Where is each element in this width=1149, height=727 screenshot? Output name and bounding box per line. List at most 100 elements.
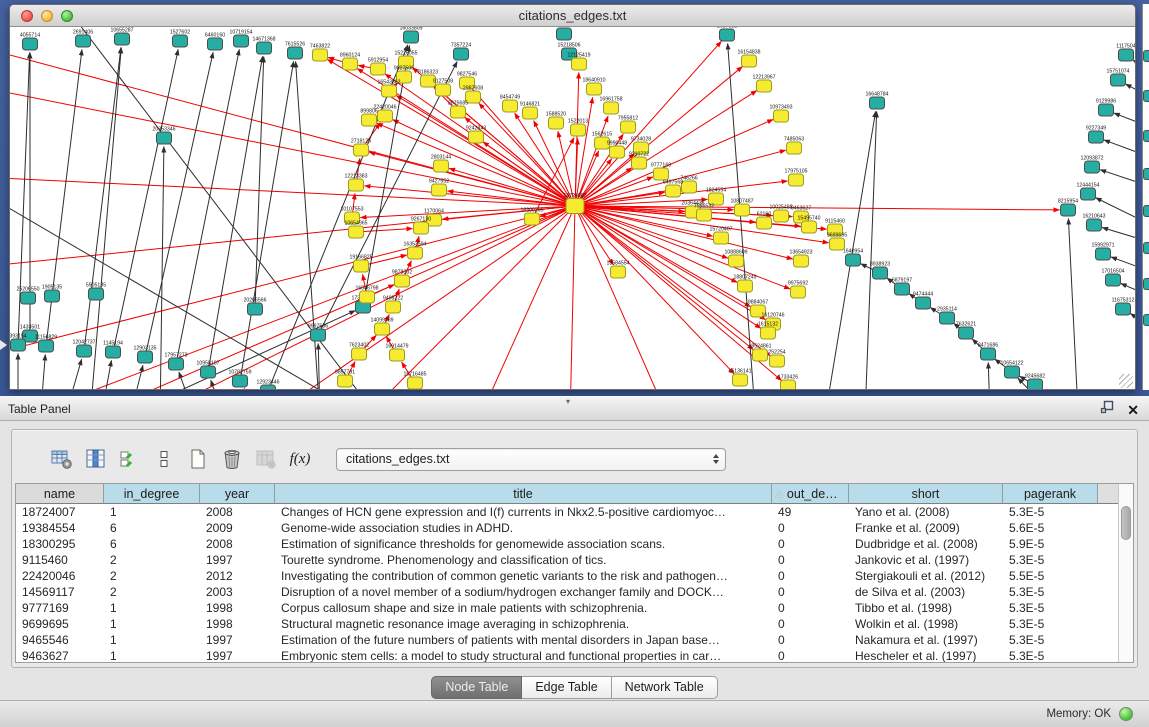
graph-node[interactable]	[395, 275, 410, 287]
graph-edge-black[interactable]	[1102, 227, 1135, 242]
graph-node[interactable]	[566, 199, 584, 214]
graph-node[interactable]	[981, 348, 996, 360]
graph-node[interactable]	[311, 329, 326, 341]
graph-node[interactable]	[757, 217, 772, 229]
table-row[interactable]: 1456911722003Disruption of a novel membe…	[16, 584, 1118, 600]
graph-edge-black[interactable]	[1133, 60, 1135, 72]
memory-status-indicator[interactable]	[1119, 707, 1133, 721]
graph-edge-red[interactable]	[575, 41, 721, 206]
graph-node[interactable]	[781, 380, 796, 390]
graph-node[interactable]	[549, 117, 564, 129]
graph-edge-red[interactable]	[575, 206, 751, 307]
graph-node[interactable]	[757, 80, 772, 92]
graph-edge-black[interactable]	[240, 61, 294, 381]
graph-edge-red[interactable]	[10, 177, 575, 206]
column-header-out_de[interactable]: △out_de…	[772, 484, 849, 504]
graph-node[interactable]	[208, 38, 223, 50]
graph-node[interactable]	[451, 106, 466, 118]
graph-node[interactable]	[45, 290, 60, 302]
graph-node[interactable]	[802, 221, 817, 233]
graph-node[interactable]	[714, 232, 729, 244]
table-row[interactable]: 911546021997Tourette syndrome. Phenomeno…	[16, 552, 1118, 568]
column-header-year[interactable]: year	[200, 484, 275, 504]
graph-node[interactable]	[436, 84, 451, 96]
graph-node[interactable]	[454, 48, 469, 60]
graph-node[interactable]	[375, 323, 390, 335]
tab-edge-table[interactable]: Edge Table	[522, 676, 611, 699]
graph-node[interactable]	[349, 179, 364, 191]
table-row[interactable]: 946554611997Estimation of the future num…	[16, 632, 1118, 648]
function-builder-icon[interactable]: f(x)	[288, 447, 312, 471]
graph-node[interactable]	[940, 312, 955, 324]
import-table-icon-disabled[interactable]	[254, 447, 278, 471]
table-row[interactable]: 1830029562008Estimation of significance …	[16, 536, 1118, 552]
graph-node[interactable]	[572, 58, 587, 70]
graph-edge-black[interactable]	[211, 380, 225, 390]
graph-node[interactable]	[610, 146, 625, 158]
graph-edge-red[interactable]	[50, 206, 575, 390]
graph-node[interactable]	[288, 47, 303, 59]
graph-node[interactable]	[873, 267, 888, 279]
graph-node[interactable]	[338, 375, 353, 387]
graph-edge-black[interactable]	[1130, 313, 1135, 327]
graph-node[interactable]	[1116, 303, 1131, 315]
graph-node[interactable]	[248, 303, 263, 315]
table-row[interactable]: 1938455462009Genome-wide association stu…	[16, 520, 1118, 536]
graph-node[interactable]	[1106, 274, 1121, 286]
graph-node[interactable]	[371, 63, 386, 75]
table-scrollbar[interactable]	[1118, 484, 1133, 662]
graph-node[interactable]	[261, 385, 276, 390]
graph-node[interactable]	[611, 266, 626, 278]
graph-node[interactable]	[469, 131, 484, 143]
graph-edge-red[interactable]	[480, 206, 575, 390]
graph-edge-black[interactable]	[130, 365, 143, 390]
graph-node[interactable]	[503, 100, 518, 112]
graph-edge-black[interactable]	[113, 49, 178, 352]
graph-edge-black[interactable]	[1104, 140, 1135, 157]
graph-edge-black[interactable]	[865, 111, 877, 390]
graph-node[interactable]	[870, 97, 885, 109]
graph-node[interactable]	[432, 184, 447, 196]
graph-node[interactable]	[39, 340, 54, 352]
graph-node[interactable]	[390, 349, 405, 361]
graph-node[interactable]	[1087, 219, 1102, 231]
graph-node[interactable]	[11, 339, 26, 351]
graph-edge-red[interactable]	[570, 206, 575, 390]
graph-node[interactable]	[697, 209, 712, 221]
table-row[interactable]: 2242004622012Investigating the contribut…	[16, 568, 1118, 584]
tab-node-table[interactable]: Node Table	[431, 676, 522, 699]
graph-edge-black[interactable]	[988, 362, 990, 390]
graph-edge-black[interactable]	[244, 388, 260, 390]
graph-node[interactable]	[682, 181, 697, 193]
graph-node[interactable]	[830, 238, 845, 250]
graph-node[interactable]	[794, 255, 809, 267]
graph-node[interactable]	[774, 110, 789, 122]
graph-node[interactable]	[257, 42, 272, 54]
create-column-icon[interactable]	[186, 447, 210, 471]
splitter-grip-icon[interactable]: ▾	[566, 397, 570, 406]
panel-collapse-arrow[interactable]	[0, 340, 7, 350]
graph-node[interactable]	[666, 185, 681, 197]
graph-node[interactable]	[382, 85, 397, 97]
graph-node[interactable]	[632, 157, 647, 169]
graph-node[interactable]	[791, 286, 806, 298]
graph-edge-black[interactable]	[145, 52, 213, 357]
graph-edge-black[interactable]	[208, 56, 263, 372]
graph-node[interactable]	[557, 28, 572, 40]
graph-node[interactable]	[386, 301, 401, 313]
graph-node[interactable]	[414, 222, 429, 234]
row-options-icon[interactable]	[152, 447, 176, 471]
scrollbar-thumb[interactable]	[1121, 506, 1131, 540]
graph-node[interactable]	[408, 377, 423, 389]
graph-node[interactable]	[115, 33, 130, 45]
graph-edge-black[interactable]	[176, 49, 239, 364]
graph-node[interactable]	[157, 132, 172, 144]
graph-node[interactable]	[234, 35, 249, 47]
graph-edge-black[interactable]	[40, 354, 45, 390]
graph-node[interactable]	[21, 292, 36, 304]
graph-edge-red[interactable]	[10, 206, 575, 357]
graph-node[interactable]	[362, 114, 377, 126]
table-mode-icon[interactable]	[50, 447, 74, 471]
graph-node[interactable]	[1061, 204, 1076, 216]
network-window-titlebar[interactable]: citations_edges.txt	[10, 5, 1135, 27]
